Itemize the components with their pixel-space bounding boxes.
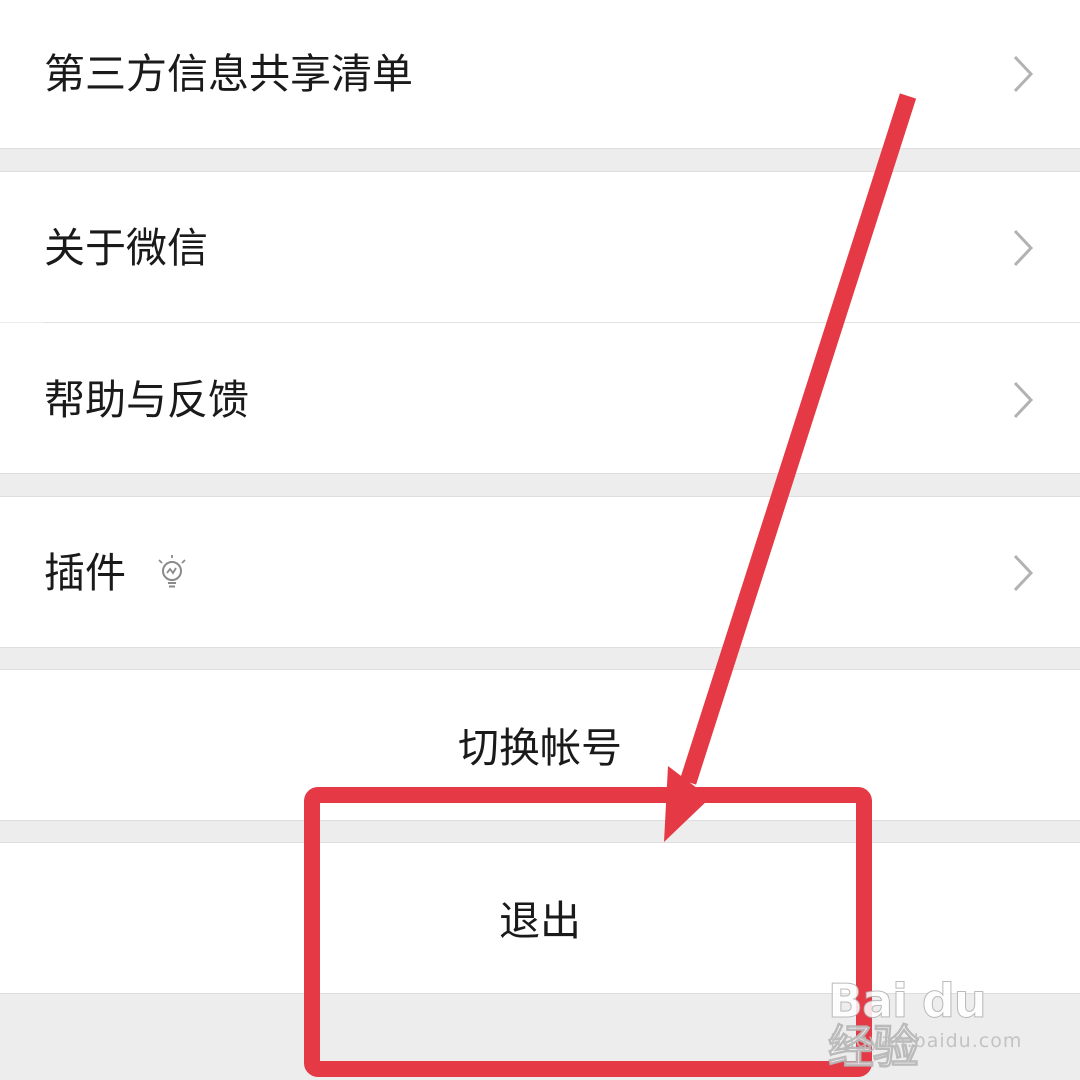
watermark-logo: Bai du 经验 xyxy=(828,974,988,1074)
chevron-right-icon xyxy=(1013,554,1034,592)
logout-label: 退出 xyxy=(499,897,581,945)
about-wechat-row[interactable]: 关于微信 xyxy=(0,172,1080,322)
switch-account-label: 切换帐号 xyxy=(458,724,622,772)
help-feedback-label: 帮助与反馈 xyxy=(44,376,249,424)
switch-account-button[interactable]: 切换帐号 xyxy=(0,670,1080,820)
logout-button[interactable]: 退出 xyxy=(0,843,1080,993)
chevron-right-icon xyxy=(1013,381,1034,419)
group-divider xyxy=(0,148,1080,149)
plugins-label: 插件 xyxy=(44,549,126,597)
group-divider xyxy=(0,820,1080,821)
third-party-sharing-label: 第三方信息共享清单 xyxy=(44,50,413,98)
group-divider xyxy=(0,473,1080,474)
chevron-right-icon xyxy=(1013,229,1034,267)
chevron-right-icon xyxy=(1013,55,1034,93)
lightbulb-icon xyxy=(158,555,186,588)
plugins-row[interactable]: 插件 xyxy=(0,497,1080,647)
help-feedback-row[interactable]: 帮助与反馈 xyxy=(0,323,1080,473)
about-wechat-label: 关于微信 xyxy=(44,224,208,272)
third-party-sharing-row[interactable]: 第三方信息共享清单 xyxy=(0,0,1080,148)
baidu-jingyan-watermark: Bai du 经验 jingyan.baidu.com xyxy=(828,972,1028,1071)
group-divider xyxy=(0,647,1080,648)
watermark-url: jingyan.baidu.com xyxy=(830,1030,1023,1052)
